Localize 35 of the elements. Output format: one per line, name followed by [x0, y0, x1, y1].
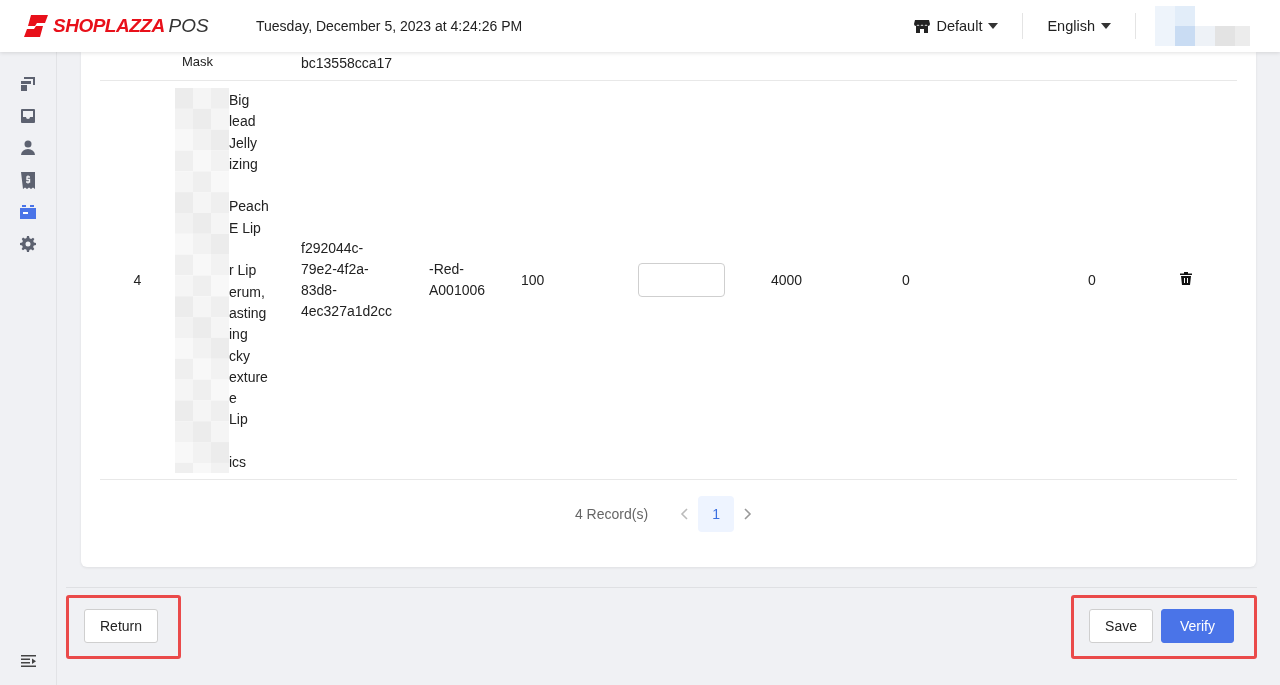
caret-icon [988, 23, 999, 29]
logo-text: SHOPLAZZA [53, 15, 165, 37]
inbox-icon [20, 108, 36, 124]
action-button[interactable]: Return [84, 609, 159, 644]
verify-button[interactable]: Verify [1161, 609, 1234, 644]
quantity-input-field[interactable] [638, 263, 725, 298]
caret-icon [1101, 23, 1111, 29]
product-name-cell-text: Big lead Jelly izing Peach E Lip r Lip erum, asting ing cky exture e Lip ics [229, 91, 269, 473]
store-icon [914, 19, 931, 33]
action-button[interactable]: Save [1089, 609, 1153, 644]
chevron-right-icon [744, 508, 753, 521]
cards-icon [20, 76, 36, 92]
date-time-text: Tuesday, December 5, 2023 at 4:24:26 PM [256, 18, 523, 34]
trash-icon [1180, 271, 1192, 285]
record-count-text: 4 Record(s) [574, 506, 649, 523]
box-icon [20, 205, 36, 219]
chevron-left-icon [680, 508, 689, 521]
product-name-cell-text: Mask [181, 54, 214, 69]
person-icon [21, 140, 35, 156]
value-cell: 0 [902, 271, 910, 288]
logo-product-text: POS [168, 15, 209, 37]
value-cell: 0 [1088, 271, 1096, 288]
settings-icon [20, 236, 36, 252]
product-id-cell-text: f292044c- 79e2-4f2a- 83d8- 4ec327a1d2cc [301, 238, 393, 322]
collapse-icon [20, 655, 36, 667]
page-button[interactable]: 1 [698, 496, 735, 533]
amount-cell: 4000 [771, 271, 803, 288]
store-menu[interactable]: Default [890, 18, 1023, 34]
row-number-cell: 4 [133, 271, 142, 288]
product-id-cell-text: bc13558cca17 [301, 54, 393, 72]
language-menu[interactable]: English [1023, 18, 1135, 34]
stock-cell: 100 [521, 271, 545, 288]
receipt-icon [21, 171, 35, 189]
sku-cell-text: -Red- A001006 [429, 259, 486, 301]
logo-icon [23, 14, 49, 38]
